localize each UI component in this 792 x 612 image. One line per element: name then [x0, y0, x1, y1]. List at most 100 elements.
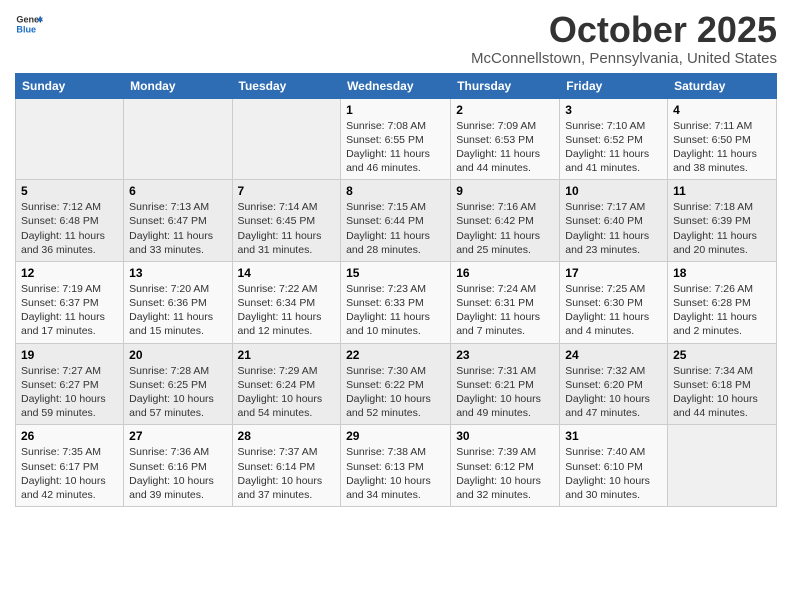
day-number: 19 [21, 348, 118, 362]
day-number: 7 [238, 184, 336, 198]
day-info: Sunrise: 7:11 AM Sunset: 6:50 PM Dayligh… [673, 119, 771, 176]
day-info: Sunrise: 7:09 AM Sunset: 6:53 PM Dayligh… [456, 119, 554, 176]
day-number: 10 [565, 184, 662, 198]
day-info: Sunrise: 7:12 AM Sunset: 6:48 PM Dayligh… [21, 200, 118, 257]
day-number: 24 [565, 348, 662, 362]
calendar-cell: 6Sunrise: 7:13 AM Sunset: 6:47 PM Daylig… [124, 180, 232, 262]
day-info: Sunrise: 7:37 AM Sunset: 6:14 PM Dayligh… [238, 445, 336, 502]
calendar-week-1: 1 Sunrise: 7:08 AM Sunset: 6:55 PM Daylig… [16, 98, 777, 180]
day-info: Sunrise: 7:19 AM Sunset: 6:37 PM Dayligh… [21, 282, 118, 339]
calendar-week-3: 12Sunrise: 7:19 AM Sunset: 6:37 PM Dayli… [16, 261, 777, 343]
day-info: Sunrise: 7:15 AM Sunset: 6:44 PM Dayligh… [346, 200, 445, 257]
day-info: Sunrise: 7:36 AM Sunset: 6:16 PM Dayligh… [129, 445, 226, 502]
day-info: Sunrise: 7:18 AM Sunset: 6:39 PM Dayligh… [673, 200, 771, 257]
header-sunday: Sunday [16, 73, 124, 98]
calendar-cell: 19 Sunrise: 7:27 AM Sunset: 6:27 PM Dayli… [16, 343, 124, 425]
main-container: General Blue October 2025 McConnellstown… [0, 0, 792, 517]
day-info: Sunrise: 7:40 AM Sunset: 6:10 PM Dayligh… [565, 445, 662, 502]
day-number: 26 [21, 429, 118, 443]
calendar-week-4: 19 Sunrise: 7:27 AM Sunset: 6:27 PM Dayli… [16, 343, 777, 425]
day-number: 3 [565, 103, 662, 117]
calendar-cell: 22 Sunrise: 7:30 AM Sunset: 6:22 PM Dayli… [341, 343, 451, 425]
day-info: Sunrise: 7:17 AM Sunset: 6:40 PM Dayligh… [565, 200, 662, 257]
logo-icon: General Blue [15, 10, 43, 38]
day-number: 21 [238, 348, 336, 362]
day-number: 29 [346, 429, 445, 443]
day-number: 17 [565, 266, 662, 280]
day-number: 15 [346, 266, 445, 280]
calendar-cell: 24 Sunrise: 7:32 AM Sunset: 6:20 PM Dayli… [560, 343, 668, 425]
calendar-cell: 25 Sunrise: 7:34 AM Sunset: 6:18 PM Dayli… [668, 343, 777, 425]
day-info: Sunrise: 7:24 AM Sunset: 6:31 PM Dayligh… [456, 282, 554, 339]
day-number: 8 [346, 184, 445, 198]
svg-text:Blue: Blue [16, 24, 36, 34]
calendar-week-5: 26 Sunrise: 7:35 AM Sunset: 6:17 PM Dayli… [16, 425, 777, 507]
day-number: 4 [673, 103, 771, 117]
day-number: 28 [238, 429, 336, 443]
calendar-cell: 4 Sunrise: 7:11 AM Sunset: 6:50 PM Daylig… [668, 98, 777, 180]
day-info: Sunrise: 7:20 AM Sunset: 6:36 PM Dayligh… [129, 282, 226, 339]
header-row: Sunday Monday Tuesday Wednesday Thursday… [16, 73, 777, 98]
calendar-cell: 3 Sunrise: 7:10 AM Sunset: 6:52 PM Daylig… [560, 98, 668, 180]
day-info: Sunrise: 7:10 AM Sunset: 6:52 PM Dayligh… [565, 119, 662, 176]
day-info: Sunrise: 7:22 AM Sunset: 6:34 PM Dayligh… [238, 282, 336, 339]
day-number: 1 [346, 103, 445, 117]
calendar-cell: 15 Sunrise: 7:23 AM Sunset: 6:33 PM Dayli… [341, 261, 451, 343]
calendar-header: Sunday Monday Tuesday Wednesday Thursday… [16, 73, 777, 98]
day-info: Sunrise: 7:39 AM Sunset: 6:12 PM Dayligh… [456, 445, 554, 502]
day-info: Sunrise: 7:14 AM Sunset: 6:45 PM Dayligh… [238, 200, 336, 257]
calendar-cell [124, 98, 232, 180]
calendar-cell: 30 Sunrise: 7:39 AM Sunset: 6:12 PM Dayli… [451, 425, 560, 507]
day-number: 9 [456, 184, 554, 198]
calendar-subtitle: McConnellstown, Pennsylvania, United Sta… [471, 50, 777, 67]
calendar-cell: 7 Sunrise: 7:14 AM Sunset: 6:45 PM Daylig… [232, 180, 341, 262]
day-info: Sunrise: 7:23 AM Sunset: 6:33 PM Dayligh… [346, 282, 445, 339]
calendar-cell: 23Sunrise: 7:31 AM Sunset: 6:21 PM Dayli… [451, 343, 560, 425]
header-tuesday: Tuesday [232, 73, 341, 98]
calendar-cell: 5 Sunrise: 7:12 AM Sunset: 6:48 PM Daylig… [16, 180, 124, 262]
logo: General Blue [15, 10, 43, 38]
calendar-cell [232, 98, 341, 180]
calendar-cell: 14Sunrise: 7:22 AM Sunset: 6:34 PM Dayli… [232, 261, 341, 343]
calendar-cell: 1 Sunrise: 7:08 AM Sunset: 6:55 PM Daylig… [341, 98, 451, 180]
calendar-cell: 27 Sunrise: 7:36 AM Sunset: 6:16 PM Dayli… [124, 425, 232, 507]
day-number: 18 [673, 266, 771, 280]
day-info: Sunrise: 7:26 AM Sunset: 6:28 PM Dayligh… [673, 282, 771, 339]
calendar-body: 1 Sunrise: 7:08 AM Sunset: 6:55 PM Daylig… [16, 98, 777, 506]
day-info: Sunrise: 7:32 AM Sunset: 6:20 PM Dayligh… [565, 364, 662, 421]
calendar-cell: 10 Sunrise: 7:17 AM Sunset: 6:40 PM Dayli… [560, 180, 668, 262]
day-number: 30 [456, 429, 554, 443]
calendar-week-2: 5 Sunrise: 7:12 AM Sunset: 6:48 PM Daylig… [16, 180, 777, 262]
header-friday: Friday [560, 73, 668, 98]
calendar-cell: 16Sunrise: 7:24 AM Sunset: 6:31 PM Dayli… [451, 261, 560, 343]
calendar-cell: 17 Sunrise: 7:25 AM Sunset: 6:30 PM Dayli… [560, 261, 668, 343]
day-number: 5 [21, 184, 118, 198]
day-info: Sunrise: 7:08 AM Sunset: 6:55 PM Dayligh… [346, 119, 445, 176]
header-monday: Monday [124, 73, 232, 98]
day-number: 27 [129, 429, 226, 443]
day-number: 20 [129, 348, 226, 362]
day-number: 6 [129, 184, 226, 198]
day-info: Sunrise: 7:27 AM Sunset: 6:27 PM Dayligh… [21, 364, 118, 421]
day-info: Sunrise: 7:35 AM Sunset: 6:17 PM Dayligh… [21, 445, 118, 502]
day-info: Sunrise: 7:34 AM Sunset: 6:18 PM Dayligh… [673, 364, 771, 421]
day-info: Sunrise: 7:31 AM Sunset: 6:21 PM Dayligh… [456, 364, 554, 421]
day-number: 25 [673, 348, 771, 362]
calendar-cell: 31Sunrise: 7:40 AM Sunset: 6:10 PM Dayli… [560, 425, 668, 507]
header-thursday: Thursday [451, 73, 560, 98]
calendar-cell: 13Sunrise: 7:20 AM Sunset: 6:36 PM Dayli… [124, 261, 232, 343]
day-info: Sunrise: 7:28 AM Sunset: 6:25 PM Dayligh… [129, 364, 226, 421]
calendar-cell [16, 98, 124, 180]
calendar-cell: 20 Sunrise: 7:28 AM Sunset: 6:25 PM Dayli… [124, 343, 232, 425]
calendar-cell: 12Sunrise: 7:19 AM Sunset: 6:37 PM Dayli… [16, 261, 124, 343]
day-info: Sunrise: 7:30 AM Sunset: 6:22 PM Dayligh… [346, 364, 445, 421]
calendar-cell: 11 Sunrise: 7:18 AM Sunset: 6:39 PM Dayli… [668, 180, 777, 262]
day-number: 22 [346, 348, 445, 362]
day-info: Sunrise: 7:25 AM Sunset: 6:30 PM Dayligh… [565, 282, 662, 339]
calendar-cell [668, 425, 777, 507]
header-saturday: Saturday [668, 73, 777, 98]
calendar-cell: 18 Sunrise: 7:26 AM Sunset: 6:28 PM Dayli… [668, 261, 777, 343]
day-number: 2 [456, 103, 554, 117]
day-number: 11 [673, 184, 771, 198]
day-info: Sunrise: 7:38 AM Sunset: 6:13 PM Dayligh… [346, 445, 445, 502]
